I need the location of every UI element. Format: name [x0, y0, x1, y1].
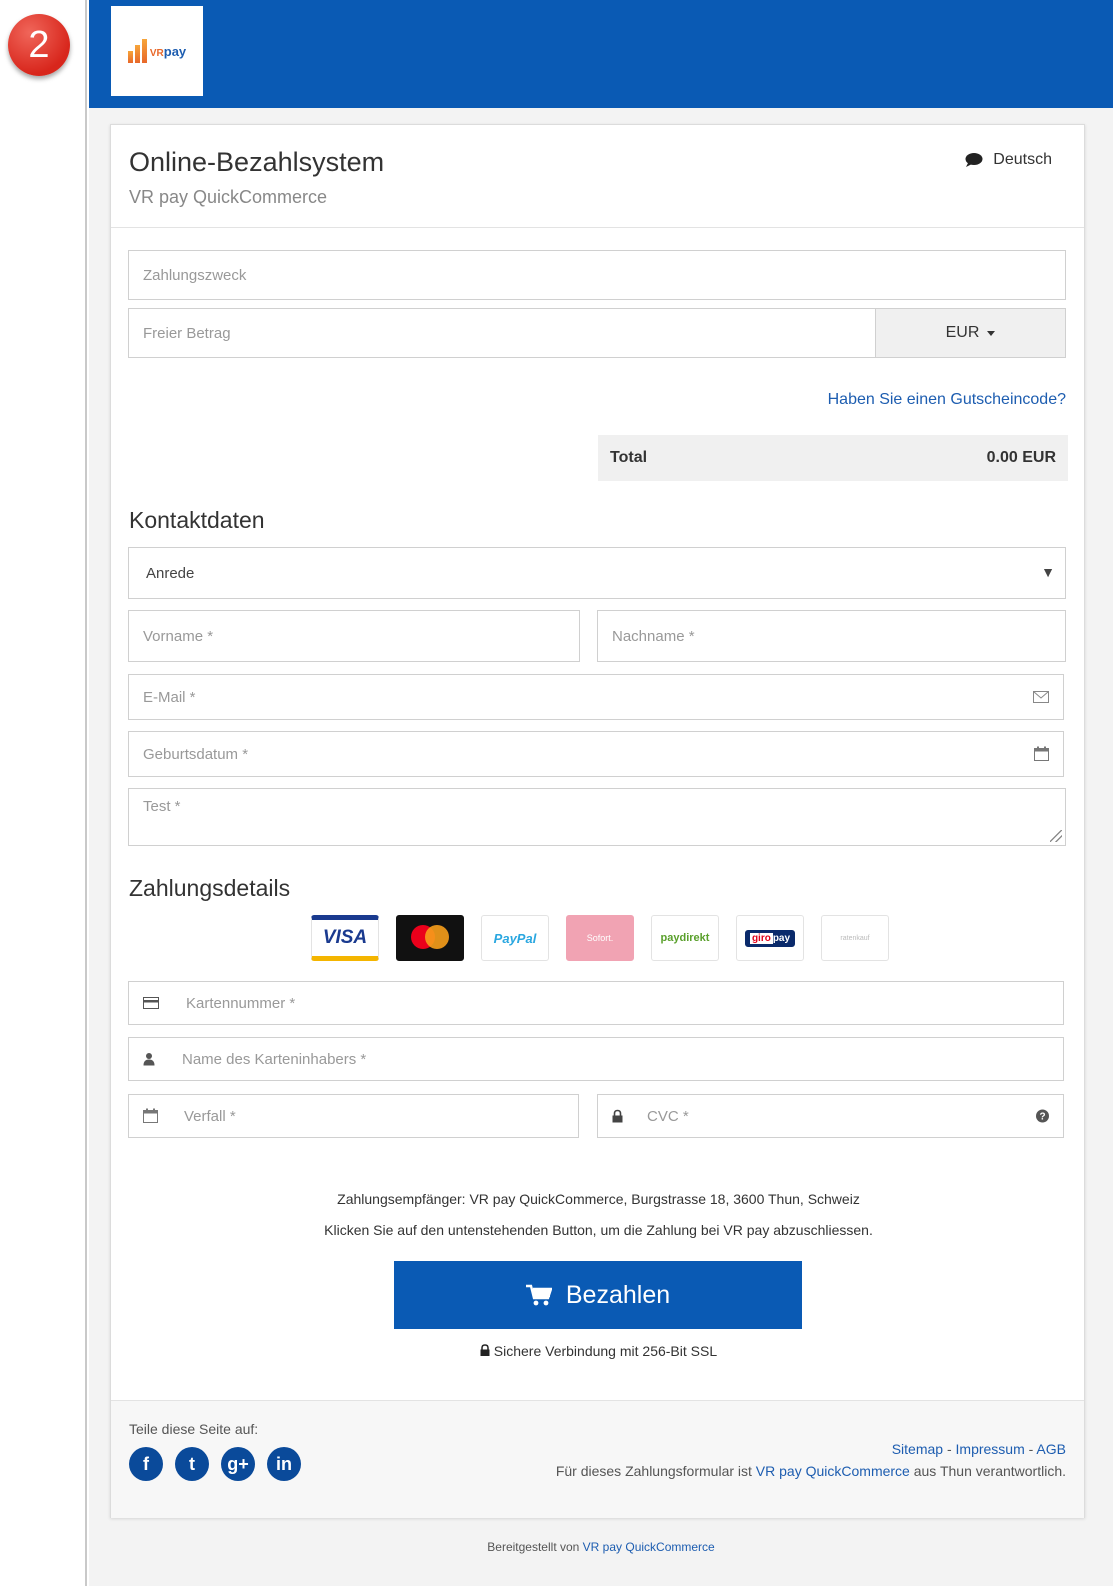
speech-bubble-icon — [965, 153, 983, 167]
sitemap-link[interactable]: Sitemap — [892, 1441, 943, 1457]
step-badge: 2 — [8, 14, 70, 76]
test-textarea[interactable]: Test * — [128, 788, 1066, 846]
email-input[interactable]: E-Mail * — [128, 674, 1064, 720]
currency-label: EUR — [945, 324, 980, 341]
envelope-icon — [1033, 691, 1049, 703]
currency-dropdown[interactable]: EUR — [875, 309, 1065, 357]
question-circle-icon[interactable]: ? — [1036, 1109, 1049, 1123]
amount-placeholder: Freier Betrag — [143, 324, 231, 342]
svg-text:?: ? — [1039, 1112, 1045, 1123]
resize-handle-icon[interactable] — [1050, 830, 1062, 842]
purpose-placeholder: Zahlungszweck — [143, 266, 247, 284]
instruction-info: Klicken Sie auf den untenstehenden Butto… — [324, 1222, 873, 1238]
ssl-text: Sichere Verbindung mit 256-Bit SSL — [493, 1343, 718, 1359]
google-plus-icon[interactable]: g+ — [221, 1447, 255, 1481]
agb-link[interactable]: AGB — [1036, 1441, 1066, 1457]
logo-text: VRpay — [149, 43, 187, 59]
caret-down-icon — [987, 330, 996, 336]
vendor-link[interactable]: VR pay QuickCommerce — [756, 1463, 910, 1479]
ssl-note: Sichere Verbindung mit 256-Bit SSL — [111, 1343, 1086, 1359]
card-number-input[interactable]: Kartennummer * — [128, 981, 1064, 1025]
logo-stripes-icon — [127, 39, 148, 63]
recipient-info: Zahlungsempfänger: VR pay QuickCommerce,… — [337, 1191, 860, 1207]
payment-card: Online-Bezahlsystem VR pay QuickCommerce… — [110, 124, 1085, 1518]
share-label: Teile diese Seite auf: — [129, 1421, 259, 1437]
sofort-logo[interactable]: Sofort. — [566, 915, 634, 961]
pay-button[interactable]: Bezahlen — [394, 1261, 802, 1329]
lock-icon — [612, 1109, 623, 1123]
mastercard-logo[interactable] — [396, 915, 464, 961]
lastname-input[interactable]: Nachname * — [597, 610, 1066, 662]
voucher-link[interactable]: Haben Sie einen Gutscheincode? — [828, 391, 1066, 409]
footer-links: Sitemap - Impressum - AGB — [891, 1441, 1066, 1457]
paydirekt-logo[interactable]: paydirekt — [651, 915, 719, 961]
vr-pay-logo[interactable]: VRpay — [111, 6, 203, 96]
linkedin-icon[interactable]: in — [267, 1447, 301, 1481]
facebook-icon[interactable]: f — [129, 1447, 163, 1481]
birthdate-placeholder: Geburtsdatum * — [143, 745, 249, 763]
total-row: Total 0.00 EUR — [598, 435, 1068, 481]
payment-heading: Zahlungsdetails — [129, 875, 291, 901]
salutation-select[interactable]: Anrede ▼ — [128, 547, 1066, 599]
firstname-input[interactable]: Vorname * — [128, 610, 580, 662]
total-value: 0.00 EUR — [986, 449, 1056, 466]
top-bar: VRpay — [89, 0, 1113, 108]
page-subtitle: VR pay QuickCommerce — [129, 187, 328, 207]
expiry-input[interactable]: Verfall * — [128, 1094, 579, 1138]
lastname-placeholder: Nachname * — [612, 627, 695, 645]
salutation-value: Anrede — [146, 564, 195, 582]
amount-input[interactable]: Freier Betrag EUR — [128, 308, 1066, 358]
email-placeholder: E-Mail * — [143, 688, 196, 706]
twitter-icon[interactable]: t — [175, 1447, 209, 1481]
paypal-logo[interactable]: PayPal — [481, 915, 549, 961]
language-selector[interactable]: Deutsch — [965, 151, 1052, 169]
lock-icon — [480, 1344, 490, 1356]
card-header: Online-Bezahlsystem VR pay QuickCommerce… — [111, 125, 1084, 228]
provider-link[interactable]: VR pay QuickCommerce — [583, 1540, 715, 1554]
user-icon — [143, 1053, 155, 1066]
visa-logo[interactable]: VISA — [311, 915, 379, 961]
firstname-placeholder: Vorname * — [143, 627, 214, 645]
responsibility-note: Für dieses Zahlungsformular ist VR pay Q… — [555, 1463, 1066, 1479]
pay-button-label: Bezahlen — [565, 1280, 671, 1309]
provided-by: Bereitgestellt von VR pay QuickCommerce — [487, 1540, 715, 1554]
card-footer: Teile diese Seite auf: f t g+ in Sitemap… — [111, 1400, 1084, 1518]
shopping-cart-icon — [525, 1284, 552, 1306]
social-links: f t g+ in — [129, 1447, 301, 1481]
card-holder-input[interactable]: Name des Karteninhabers * — [128, 1037, 1064, 1081]
giropay-logo[interactable]: giro pay — [736, 915, 804, 961]
test-placeholder: Test * — [143, 798, 181, 815]
checkout-page: VRpay Online-Bezahlsystem VR pay QuickCo… — [89, 0, 1113, 1586]
purpose-input[interactable]: Zahlungszweck — [128, 250, 1066, 300]
payment-methods: VISA PayPal Sofort. paydirekt giro pay ra… — [311, 915, 889, 961]
birthdate-input[interactable]: Geburtsdatum * — [128, 731, 1064, 777]
page-title: Online-Bezahlsystem — [129, 147, 385, 177]
left-gutter: 2 — [0, 0, 87, 1586]
ratenkauf-logo[interactable]: ratenkauf — [821, 915, 889, 961]
calendar-icon — [143, 1108, 158, 1123]
calendar-icon — [1034, 746, 1049, 761]
total-label: Total — [610, 449, 648, 466]
contact-heading: Kontaktdaten — [129, 507, 265, 533]
triangle-down-icon: ▼ — [1041, 564, 1055, 580]
impressum-link[interactable]: Impressum — [956, 1441, 1025, 1457]
card-holder-placeholder: Name des Karteninhabers * — [182, 1050, 367, 1068]
language-label: Deutsch — [993, 151, 1052, 168]
cvc-input[interactable]: CVC * ? — [597, 1094, 1064, 1138]
credit-card-icon — [143, 997, 159, 1009]
